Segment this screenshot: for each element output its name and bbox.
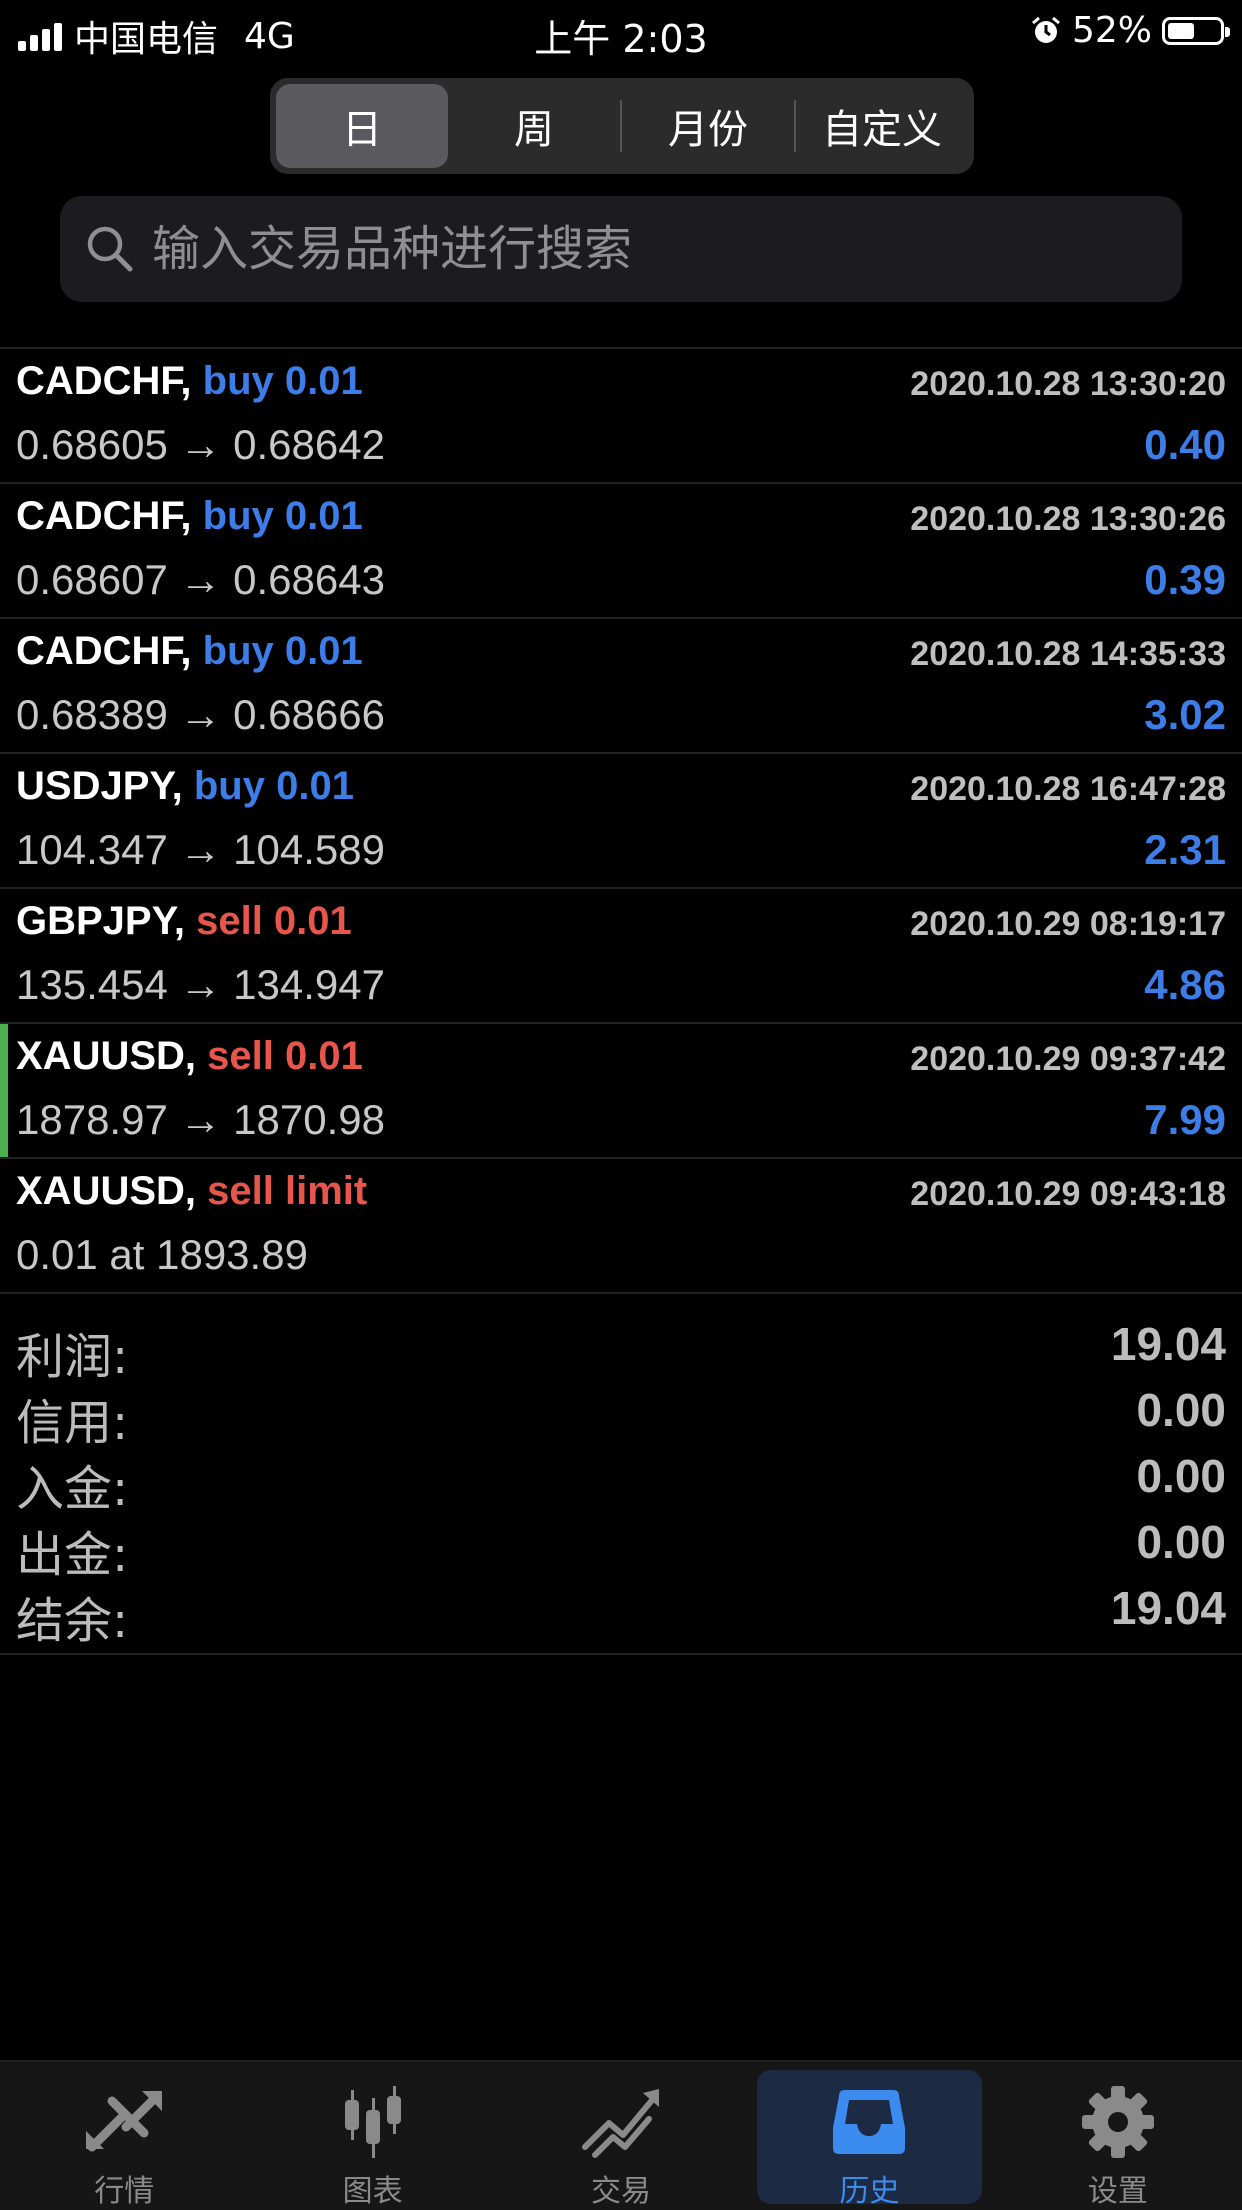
segment-month[interactable]: 月份 [622, 84, 794, 168]
summary-value: 19.04 [1110, 1318, 1226, 1370]
trade-action: buy 0.01 [202, 359, 363, 403]
trade-title: CADCHF, buy 0.01 [16, 494, 363, 539]
trade-profit: 4.86 [1144, 961, 1226, 1008]
trade-profit: 0.40 [1144, 421, 1226, 468]
trade-action: buy 0.01 [202, 494, 363, 538]
segment-label: 周 [514, 107, 554, 153]
trade-time: 2020.10.28 13:30:20 [910, 365, 1226, 403]
summary-value: 19.04 [1110, 1582, 1226, 1634]
trade-prices: 104.347 → 104.589 [16, 826, 385, 873]
trade-action: buy 0.01 [193, 764, 354, 808]
trade-symbol: CADCHF, [16, 494, 192, 538]
tab-label: 设置 [1087, 2174, 1148, 2209]
trade-prices: 0.68607 → 0.68643 [16, 556, 385, 603]
segment-label: 日 [342, 107, 382, 153]
trade-row[interactable]: GBPJPY, sell 0.01 2020.10.29 08:19:17 13… [0, 889, 1242, 1024]
tab-quotes[interactable]: 行情 [0, 2062, 248, 2210]
summary-value: 0.00 [1136, 1516, 1226, 1568]
trade-row[interactable]: CADCHF, buy 0.01 2020.10.28 13:30:20 0.6… [0, 349, 1242, 484]
tab-history[interactable]: 历史 [745, 2062, 993, 2210]
history-inbox-icon [829, 2082, 909, 2162]
trade-action: sell 0.01 [196, 899, 352, 943]
trade-symbol: GBPJPY, [16, 899, 185, 943]
trade-prices: 135.454 → 134.947 [16, 961, 385, 1008]
tab-label: 图表 [342, 2174, 403, 2209]
trade-symbol: XAUUSD, [16, 1034, 197, 1078]
trade-time: 2020.10.29 09:43:18 [910, 1175, 1226, 1213]
selection-accent-bar [0, 1024, 8, 1157]
summary-balance: 结余: 19.04 [0, 1573, 1242, 1649]
trade-title: CADCHF, buy 0.01 [16, 359, 363, 404]
trade-profit: 7.99 [1144, 1096, 1226, 1143]
tab-label: 交易 [591, 2174, 652, 2209]
status-bar: 中国电信 4G 上午 2:03 52% [0, 0, 1242, 62]
summary-value: 0.00 [1136, 1450, 1226, 1502]
trade-title: GBPJPY, sell 0.01 [16, 899, 352, 944]
trade-profit: 2.31 [1144, 826, 1226, 873]
trade-action: sell limit [207, 1169, 368, 1213]
tab-settings[interactable]: 设置 [994, 2062, 1242, 2210]
trade-prices: 0.68605 → 0.68642 [16, 421, 385, 468]
trade-title: CADCHF, buy 0.01 [16, 629, 363, 674]
trade-prices: 1878.97 → 1870.98 [16, 1096, 385, 1143]
search-input[interactable] [150, 220, 1114, 278]
battery-icon [1162, 16, 1230, 45]
trade-history-list: CADCHF, buy 0.01 2020.10.28 13:30:20 0.6… [0, 347, 1242, 1294]
trade-action: buy 0.01 [202, 629, 363, 673]
summary-profit: 利润: 19.04 [0, 1309, 1242, 1385]
battery-percent: 52% [1071, 10, 1152, 51]
trade-time: 2020.10.28 13:30:26 [910, 500, 1226, 538]
trade-row[interactable]: USDJPY, buy 0.01 2020.10.28 16:47:28 104… [0, 754, 1242, 889]
bottom-tab-bar: 行情 图表 交易 历史 设置 [0, 2060, 1242, 2210]
quotes-arrows-icon [82, 2082, 166, 2162]
segment-label: 自定义 [822, 107, 942, 153]
segment-week[interactable]: 周 [448, 84, 620, 168]
trade-action: sell 0.01 [207, 1034, 363, 1078]
tab-trade[interactable]: 交易 [497, 2062, 745, 2210]
tab-label: 历史 [839, 2174, 900, 2209]
summary-label: 结余: [16, 1593, 129, 1649]
trade-profit: 0.39 [1144, 556, 1226, 603]
trade-row[interactable]: CADCHF, buy 0.01 2020.10.28 14:35:33 0.6… [0, 619, 1242, 754]
trade-time: 2020.10.29 08:19:17 [910, 905, 1226, 943]
order-row[interactable]: XAUUSD, sell limit 2020.10.29 09:43:18 0… [0, 1159, 1242, 1294]
gear-icon [1078, 2082, 1158, 2162]
search-icon [87, 226, 133, 272]
summary-deposit: 入金: 0.00 [0, 1441, 1242, 1517]
status-right: 52% [1030, 10, 1230, 51]
trade-title: USDJPY, buy 0.01 [16, 764, 354, 809]
summary-value: 0.00 [1136, 1384, 1226, 1436]
order-details: 0.01 at 1893.89 [16, 1231, 308, 1278]
trade-title: XAUUSD, sell limit [16, 1169, 367, 1214]
trade-prices: 0.68389 → 0.68666 [16, 691, 385, 738]
alarm-icon [1032, 16, 1060, 43]
trade-time: 2020.10.29 09:37:42 [910, 1040, 1226, 1078]
trade-time: 2020.10.28 16:47:28 [910, 770, 1226, 808]
segment-day[interactable]: 日 [276, 84, 448, 168]
search-bar[interactable] [60, 196, 1182, 302]
trade-trend-icon [579, 2082, 663, 2162]
period-segmented-control: 日 周 月份 自定义 [270, 78, 974, 174]
tab-charts[interactable]: 图表 [248, 2062, 496, 2210]
summary-credit: 信用: 0.00 [0, 1375, 1242, 1451]
candlestick-chart-icon [333, 2082, 413, 2162]
segment-label: 月份 [668, 107, 748, 153]
account-summary: 利润: 19.04 信用: 0.00 入金: 0.00 出金: 0.00 结余:… [0, 1297, 1242, 1655]
trade-profit: 3.02 [1144, 691, 1226, 738]
summary-withdrawal: 出金: 0.00 [0, 1507, 1242, 1583]
trade-row-highlighted[interactable]: XAUUSD, sell 0.01 2020.10.29 09:37:42 18… [0, 1024, 1242, 1159]
trade-time: 2020.10.28 14:35:33 [910, 635, 1226, 673]
trade-symbol: USDJPY, [16, 764, 183, 808]
trade-symbol: XAUUSD, [16, 1169, 197, 1213]
trade-row[interactable]: CADCHF, buy 0.01 2020.10.28 13:30:26 0.6… [0, 484, 1242, 619]
trade-symbol: CADCHF, [16, 359, 192, 403]
trade-symbol: CADCHF, [16, 629, 192, 673]
tab-label: 行情 [94, 2174, 155, 2209]
segment-custom[interactable]: 自定义 [796, 84, 968, 168]
trade-title: XAUUSD, sell 0.01 [16, 1034, 363, 1079]
